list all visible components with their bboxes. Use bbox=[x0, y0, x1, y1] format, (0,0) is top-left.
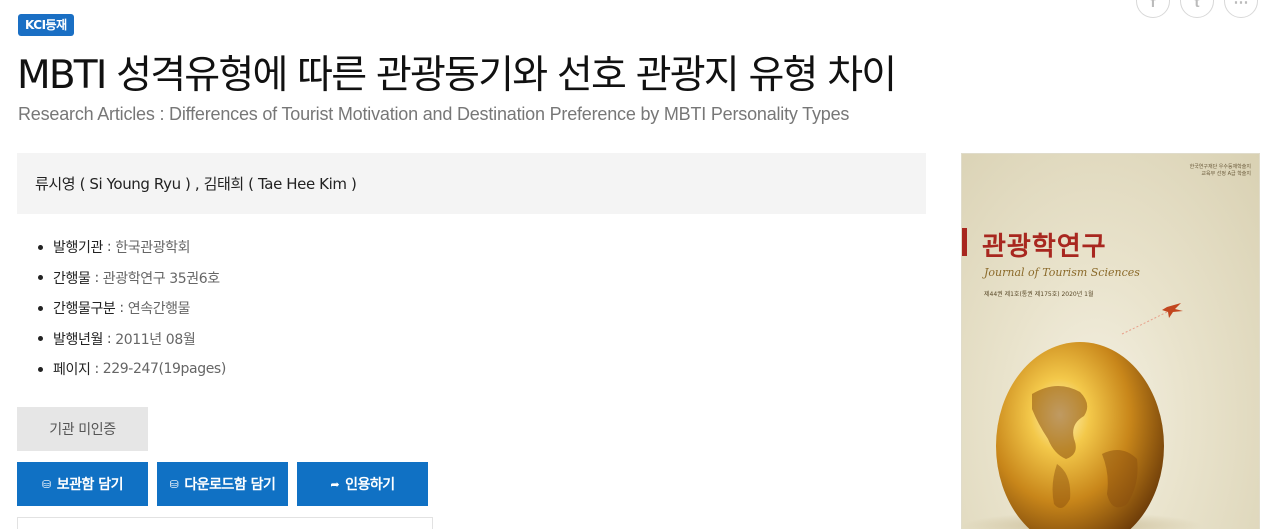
inbox-icon: ⛁ bbox=[169, 477, 179, 491]
meta-value[interactable]: 한국관광학회 bbox=[115, 237, 190, 257]
bullet-icon bbox=[38, 305, 43, 311]
share-arrow-icon: ➦ bbox=[330, 477, 340, 491]
bullet-icon bbox=[38, 366, 43, 372]
meta-list: 발행기관: 한국관광학회 간행물: 관광학연구 35권6호 간행물구분: 연속간행물 … bbox=[38, 232, 226, 385]
meta-item-date: 발행년월:2011년 08월 bbox=[38, 324, 226, 355]
cover-journal-title: 관광학연구 bbox=[982, 232, 1107, 262]
cover-publisher-line2: 교육부 선정 A급 학술지 bbox=[1201, 171, 1251, 177]
more-icon[interactable]: ⋯ bbox=[1224, 0, 1258, 18]
authors-text[interactable]: 류시영 ( Si Young Ryu ) , 김태희 ( Tae Hee Kim… bbox=[35, 173, 357, 194]
article-title: MBTI 성격유형에 따른 관광동기와 선호 관광지 유형 차이 bbox=[17, 53, 897, 98]
content-box bbox=[17, 517, 433, 529]
meta-key: 발행기관 bbox=[53, 240, 103, 257]
meta-value: 2011년 08월 bbox=[115, 331, 196, 348]
meta-separator: : bbox=[94, 269, 99, 286]
save-to-library-button[interactable]: ⛁ 보관함 담기 bbox=[17, 462, 148, 506]
meta-item-publisher: 발행기관: 한국관광학회 bbox=[38, 232, 226, 263]
cover-journal-title-en: Journal of Tourism Sciences bbox=[984, 266, 1140, 279]
add-to-downloads-button[interactable]: ⛁ 다운로드함 담기 bbox=[157, 462, 288, 506]
meta-item-type: 간행물구분: 연속간행물 bbox=[38, 293, 226, 324]
share-icons: f t ⋯ bbox=[1136, 0, 1258, 18]
meta-key: 간행물 bbox=[53, 270, 91, 287]
meta-separator: : bbox=[94, 361, 99, 378]
institution-auth-button[interactable]: 기관 미인증 bbox=[17, 407, 148, 451]
cover-publisher: 한국연구재단 우수등재학술지 교육부 선정 A급 학술지 bbox=[1190, 164, 1251, 178]
cover-issue: 제44권 제1호(통권 제175호) 2020년 1월 bbox=[984, 291, 1094, 298]
authors-box: 류시영 ( Si Young Ryu ) , 김태희 ( Tae Hee Kim… bbox=[17, 153, 926, 214]
twitter-icon[interactable]: t bbox=[1180, 0, 1214, 18]
inbox-icon: ⛁ bbox=[42, 477, 51, 491]
cite-label: 인용하기 bbox=[345, 477, 395, 493]
kci-badge: KCI등재 bbox=[18, 14, 74, 36]
meta-item-pages: 페이지:229-247(19pages) bbox=[38, 354, 226, 385]
meta-separator: : bbox=[106, 330, 112, 347]
bullet-icon bbox=[38, 275, 43, 281]
bullet-icon bbox=[38, 336, 43, 342]
cover-publisher-line1: 한국연구재단 우수등재학술지 bbox=[1189, 164, 1251, 170]
download-label: 다운로드함 담기 bbox=[184, 477, 276, 493]
meta-value: 229-247(19pages) bbox=[102, 361, 226, 378]
article-subtitle: Research Articles : Differences of Touri… bbox=[18, 104, 850, 124]
meta-key: 페이지 bbox=[53, 362, 91, 379]
journal-cover[interactable]: 한국연구재단 우수등재학술지 교육부 선정 A급 학술지 관광학연구 Journ… bbox=[961, 153, 1260, 529]
meta-key: 간행물구분 bbox=[53, 301, 116, 318]
meta-separator: : bbox=[119, 300, 124, 317]
cover-accent-bar bbox=[962, 228, 967, 256]
meta-separator: : bbox=[106, 239, 112, 256]
meta-value[interactable]: 관광학연구 35권6호 bbox=[103, 268, 220, 288]
bullet-icon bbox=[38, 244, 43, 250]
meta-key: 발행년월 bbox=[53, 331, 103, 348]
golden-egg-illustration bbox=[962, 303, 1202, 529]
save-label: 보관함 담기 bbox=[56, 477, 124, 493]
action-buttons: ⛁ 보관함 담기 ⛁ 다운로드함 담기 ➦ 인용하기 bbox=[17, 462, 428, 506]
facebook-icon[interactable]: f bbox=[1136, 0, 1170, 18]
meta-item-publication: 간행물: 관광학연구 35권6호 bbox=[38, 263, 226, 294]
meta-value: 연속간행물 bbox=[127, 301, 191, 318]
cite-button[interactable]: ➦ 인용하기 bbox=[297, 462, 428, 506]
